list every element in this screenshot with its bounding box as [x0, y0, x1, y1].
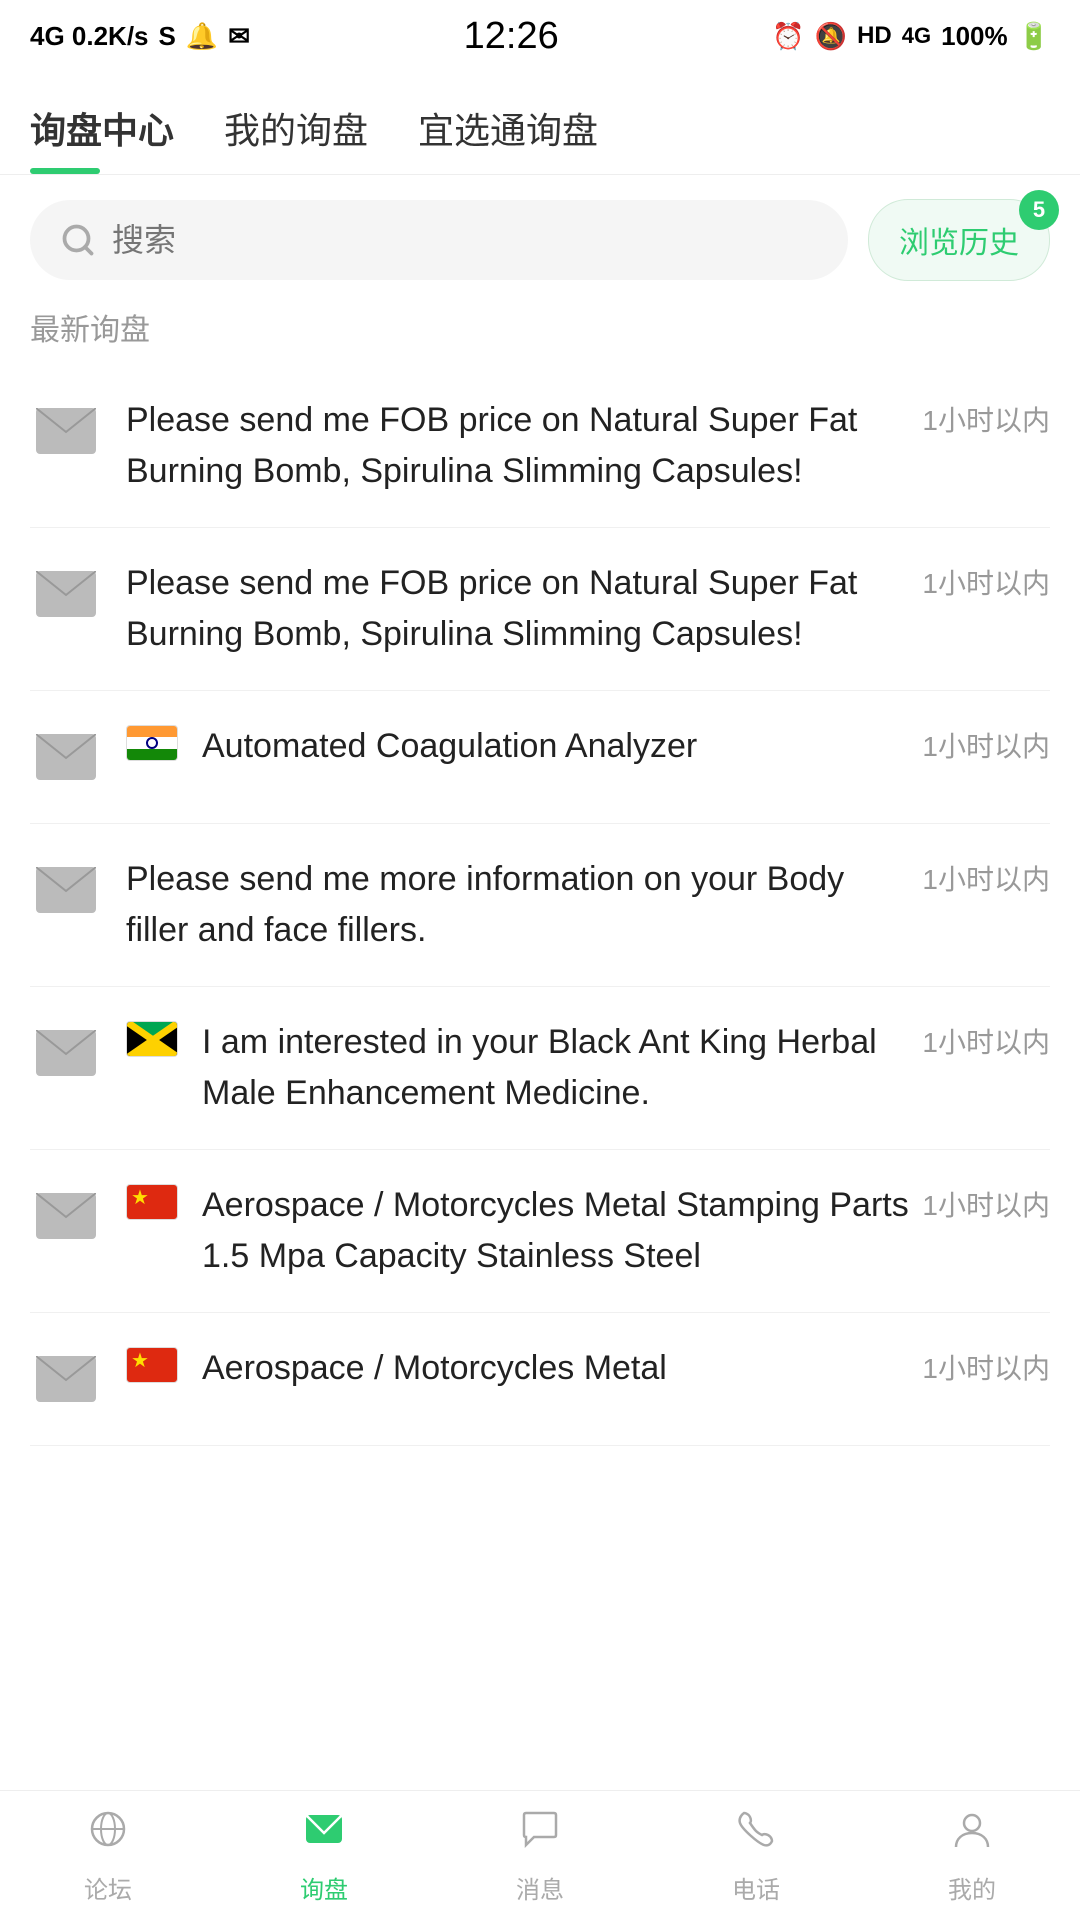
- inquiry-text: Aerospace / Motorcycles Metal Stamping P…: [202, 1180, 912, 1282]
- nav-forum-label: 论坛: [84, 1870, 132, 1905]
- envelope-container: [30, 395, 102, 467]
- mute-icon: 🔕: [815, 21, 847, 52]
- tab-inquiry-center[interactable]: 询盘中心: [30, 82, 204, 174]
- status-left: 4G 0.2K/s S 🔔 ✉: [30, 21, 250, 52]
- inquiry-row: Please send me more information on your …: [126, 854, 1050, 956]
- search-box[interactable]: [30, 200, 848, 280]
- envelope-container: [30, 1180, 102, 1252]
- inquiry-row: Please send me FOB price on Natural Supe…: [126, 395, 1050, 497]
- s-icon: S: [159, 21, 176, 52]
- history-button[interactable]: 浏览历史 5: [868, 199, 1050, 281]
- tab-my-inquiry[interactable]: 我的询盘: [224, 82, 398, 174]
- nav-profile[interactable]: 我的: [864, 1807, 1080, 1905]
- envelope-container: [30, 558, 102, 630]
- envelope-icon: [36, 867, 96, 913]
- flag-jamaica: [126, 1021, 178, 1057]
- list-item[interactable]: Automated Coagulation Analyzer 1小时以内: [30, 691, 1050, 824]
- profile-icon: [950, 1807, 994, 1862]
- inquiry-time: 1小时以内: [922, 1343, 1050, 1387]
- inquiry-row: Aerospace / Motorcycles Metal Stamping P…: [202, 1180, 1050, 1282]
- nav-message[interactable]: 消息: [432, 1807, 648, 1905]
- nav-inquiry-label: 询盘: [300, 1870, 348, 1905]
- list-item[interactable]: Please send me FOB price on Natural Supe…: [30, 365, 1050, 528]
- search-row: 浏览历史 5: [0, 175, 1080, 305]
- nav-forum[interactable]: 论坛: [0, 1807, 216, 1905]
- envelope-container: [30, 1343, 102, 1415]
- flag-india: [126, 725, 178, 761]
- nav-message-label: 消息: [516, 1870, 564, 1905]
- inquiry-row: Aerospace / Motorcycles Metal 1小时以内: [202, 1343, 1050, 1394]
- inquiry-time: 1小时以内: [922, 1180, 1050, 1224]
- message-icon: [518, 1807, 562, 1862]
- flag-china: ★: [126, 1184, 178, 1220]
- inquiry-text: Automated Coagulation Analyzer: [202, 721, 697, 772]
- inquiry-text: Please send me FOB price on Natural Supe…: [126, 395, 912, 497]
- phone-icon: [734, 1807, 778, 1862]
- tab-preferred-inquiry[interactable]: 宜选通询盘: [418, 82, 628, 174]
- section-label: 最新询盘: [0, 305, 1080, 365]
- battery-icon: 🔋: [1018, 21, 1050, 52]
- flag-china-2: ★: [126, 1347, 178, 1383]
- list-item[interactable]: Please send me FOB price on Natural Supe…: [30, 528, 1050, 691]
- envelope-icon: [36, 408, 96, 454]
- inquiry-row: Automated Coagulation Analyzer 1小时以内: [202, 721, 1050, 772]
- inquiry-list: Please send me FOB price on Natural Supe…: [0, 365, 1080, 1446]
- search-input[interactable]: [112, 222, 818, 259]
- inquiry-row: I am interested in your Black Ant King H…: [202, 1017, 1050, 1119]
- bottom-nav: 论坛 询盘 消息 电话: [0, 1790, 1080, 1920]
- envelope-icon: [36, 1356, 96, 1402]
- inquiry-time: 1小时以内: [922, 1017, 1050, 1061]
- envelope-icon: [36, 1193, 96, 1239]
- inquiry-text: Aerospace / Motorcycles Metal: [202, 1343, 667, 1394]
- envelope-icon: [36, 571, 96, 617]
- envelope-icon: [36, 1030, 96, 1076]
- nav-phone[interactable]: 电话: [648, 1807, 864, 1905]
- list-item[interactable]: ★ Aerospace / Motorcycles Metal 1小时以内: [30, 1313, 1050, 1446]
- list-item[interactable]: ★ Aerospace / Motorcycles Metal Stamping…: [30, 1150, 1050, 1313]
- hd-text: HD: [857, 22, 892, 50]
- mail-status-icon: ✉: [228, 21, 250, 52]
- tabs-container: 询盘中心 我的询盘 宜选通询盘: [0, 82, 1080, 175]
- inquiry-icon: [302, 1807, 346, 1862]
- signal-text: 4G 0.2K/s: [30, 21, 149, 52]
- nav-inquiry[interactable]: 询盘: [216, 1807, 432, 1905]
- list-item[interactable]: I am interested in your Black Ant King H…: [30, 987, 1050, 1150]
- inquiry-time: 1小时以内: [922, 854, 1050, 898]
- network-icon: 4G: [902, 23, 931, 49]
- status-bar: 4G 0.2K/s S 🔔 ✉ 12:26 ⏰ 🔕 HD 4G 100% 🔋: [0, 0, 1080, 72]
- search-icon: [60, 222, 96, 258]
- inquiry-time: 1小时以内: [922, 721, 1050, 765]
- inquiry-time: 1小时以内: [922, 558, 1050, 602]
- history-badge: 5: [1019, 190, 1059, 230]
- envelope-container: [30, 854, 102, 926]
- forum-icon: [86, 1807, 130, 1862]
- status-right: ⏰ 🔕 HD 4G 100% 🔋: [772, 21, 1050, 52]
- envelope-icon: [36, 734, 96, 780]
- envelope-container: [30, 721, 102, 793]
- bell-icon: 🔔: [186, 21, 218, 52]
- nav-profile-label: 我的: [948, 1870, 996, 1905]
- status-time: 12:26: [464, 15, 559, 58]
- inquiry-text: Please send me FOB price on Natural Supe…: [126, 558, 912, 660]
- inquiry-row: Please send me FOB price on Natural Supe…: [126, 558, 1050, 660]
- inquiry-time: 1小时以内: [922, 395, 1050, 439]
- inquiry-text: Please send me more information on your …: [126, 854, 912, 956]
- battery-text: 100%: [941, 21, 1008, 52]
- inquiry-text: I am interested in your Black Ant King H…: [202, 1017, 912, 1119]
- alarm-icon: ⏰: [772, 21, 804, 52]
- envelope-container: [30, 1017, 102, 1089]
- list-item[interactable]: Please send me more information on your …: [30, 824, 1050, 987]
- nav-phone-label: 电话: [732, 1870, 780, 1905]
